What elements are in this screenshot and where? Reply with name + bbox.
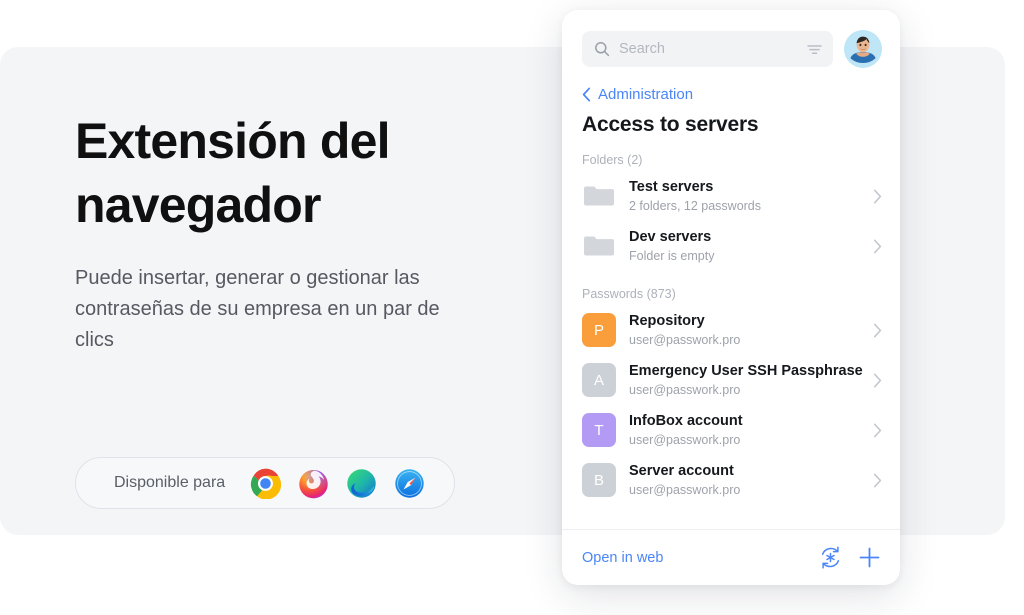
list-item-subtitle: 2 folders, 12 passwords: [629, 199, 762, 213]
hero-subtitle: Puede insertar, generar o gestionar las …: [75, 267, 440, 351]
page-title: Extensión del navegador: [75, 113, 390, 233]
list-item[interactable]: Dev servers Folder is empty: [562, 221, 900, 271]
list-item[interactable]: B Server account user@passwork.pro: [562, 455, 900, 505]
list-item-title: InfoBox account: [629, 413, 743, 429]
list-item-subtitle: user@passwork.pro: [629, 433, 741, 447]
list-item-title: Server account: [629, 463, 734, 479]
chevron-left-icon: [582, 87, 591, 102]
list-item-text: Repository user@passwork.pro: [629, 312, 867, 348]
list-item-text: InfoBox account user@passwork.pro: [629, 412, 867, 448]
browser-icon-list: [250, 468, 425, 499]
chrome-icon[interactable]: [250, 468, 282, 499]
chevron-right-icon: [873, 189, 882, 203]
footer-actions: [818, 545, 882, 570]
chevron-right-icon: [873, 239, 882, 253]
panel-title: Access to servers: [582, 113, 759, 136]
list-item-title: Emergency User SSH Passphrase: [629, 363, 863, 379]
list-item-subtitle: user@passwork.pro: [629, 383, 741, 397]
browser-extension-popup: Administration Access to servers Folders…: [562, 10, 900, 585]
list-item-text: Test servers 2 folders, 12 passwords: [629, 178, 867, 214]
plus-icon[interactable]: [857, 545, 882, 570]
list-item-title: Repository: [629, 313, 705, 329]
breadcrumb-label: Administration: [598, 86, 694, 103]
chevron-right-icon: [873, 373, 882, 387]
list-item[interactable]: Test servers 2 folders, 12 passwords: [562, 171, 900, 221]
search-icon: [595, 42, 610, 57]
search-row: [562, 10, 900, 68]
chevron-right-icon: [873, 473, 882, 487]
open-in-web-link[interactable]: Open in web: [582, 550, 663, 566]
generate-password-icon[interactable]: [818, 545, 843, 570]
section-header: Passwords (873): [582, 287, 676, 301]
hero-content: Extensión del navegador Puede insertar, …: [75, 109, 495, 356]
section-header: Folders (2): [582, 153, 643, 167]
avatar[interactable]: [844, 30, 882, 68]
password-badge: B: [582, 463, 616, 497]
chevron-right-icon: [873, 423, 882, 437]
list-item[interactable]: P Repository user@passwork.pro: [562, 305, 900, 355]
avatar-photo-icon: [844, 30, 882, 68]
panel-footer: Open in web: [562, 529, 900, 585]
chevron-right-icon: [873, 323, 882, 337]
list-item-title: Dev servers: [629, 229, 712, 245]
password-badge: T: [582, 413, 616, 447]
edge-icon[interactable]: [346, 468, 377, 499]
list-item[interactable]: A Emergency User SSH Passphrase user@passw…: [562, 355, 900, 405]
list-item-subtitle: Folder is empty: [629, 249, 715, 263]
folder-icon-wrapper: [582, 179, 616, 213]
list-item-title: Test servers: [629, 179, 714, 195]
search-box[interactable]: [582, 31, 833, 67]
password-badge: P: [582, 313, 616, 347]
item-list[interactable]: Folders (2) Test servers 2 folders, 12 pas…: [562, 137, 900, 529]
availability-pill: Disponible para: [75, 457, 455, 509]
list-item-text: Dev servers Folder is empty: [629, 228, 867, 264]
list-item-text: Server account user@passwork.pro: [629, 462, 867, 498]
list-item[interactable]: T InfoBox account user@passwork.pro: [562, 405, 900, 455]
availability-label: Disponible para: [114, 474, 226, 491]
safari-icon[interactable]: [394, 468, 425, 499]
list-item-subtitle: user@passwork.pro: [629, 483, 741, 497]
folder-icon: [584, 186, 614, 206]
folder-icon-wrapper: [582, 229, 616, 263]
list-item-text: Emergency User SSH Passphrase user@passwo…: [629, 362, 867, 398]
folder-icon: [584, 236, 614, 256]
filter-icon[interactable]: [806, 41, 823, 58]
list-item-subtitle: user@passwork.pro: [629, 333, 741, 347]
firefox-icon[interactable]: [298, 468, 329, 499]
password-badge: A: [582, 363, 616, 397]
search-input[interactable]: [619, 41, 806, 57]
breadcrumb[interactable]: Administration: [562, 68, 900, 103]
